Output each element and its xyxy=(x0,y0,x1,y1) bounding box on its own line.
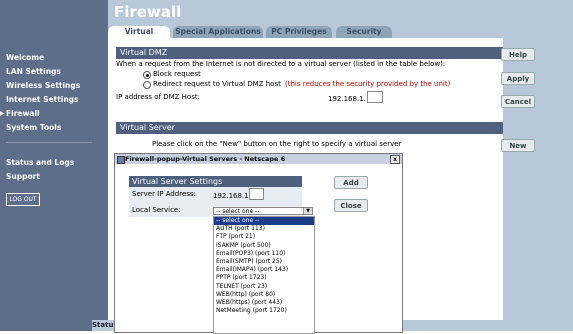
dmz-ip-field[interactable] xyxy=(367,91,383,103)
virtual-server-popup-window: Firewall-popup-Virtual Servers - Netscap… xyxy=(114,153,403,334)
sidebar-item-system-tools[interactable]: System Tools xyxy=(6,123,61,132)
sidebar-item-support[interactable]: Support xyxy=(6,172,40,181)
block-request-label: Block request xyxy=(153,70,201,78)
dmz-section-title: Virtual DMZ xyxy=(116,47,503,59)
service-option[interactable]: Email(POP3) (port 110) xyxy=(214,250,314,258)
service-option[interactable]: NetMeeting (port 1720) xyxy=(214,307,314,315)
service-option[interactable]: PPTP (port 1723) xyxy=(214,274,314,282)
sidebar-item-welcome[interactable]: Welcome xyxy=(6,53,44,62)
local-service-selected: -- select one -- xyxy=(216,208,260,215)
local-service-dropdown-list[interactable]: -- select one -- AUTH (port 113) FTP (po… xyxy=(213,216,315,334)
virtual-server-section-title: Virtual Server xyxy=(116,122,503,134)
help-button[interactable]: Help xyxy=(501,48,535,61)
logout-button[interactable]: LOG OUT xyxy=(6,193,40,206)
service-option[interactable]: TELNET (port 23) xyxy=(214,283,314,291)
service-option[interactable]: WEB(http) (port 80) xyxy=(214,291,314,299)
local-service-label: Local Service: xyxy=(132,206,181,214)
netscape-app-icon xyxy=(117,156,125,164)
service-option[interactable]: ISAKMP (port 500) xyxy=(214,242,314,250)
popup-titlebar: Firewall-popup-Virtual Servers - Netscap… xyxy=(115,154,402,164)
close-button[interactable]: Close xyxy=(334,199,368,212)
sidebar-item-firewall[interactable]: Firewall xyxy=(6,109,40,118)
popup-window-title: Firewall-popup-Virtual Servers - Netscap… xyxy=(125,155,286,163)
page-title: Firewall xyxy=(114,3,182,21)
popup-section-title: Virtual Server Settings xyxy=(129,176,302,187)
tab-security[interactable]: Security xyxy=(336,26,392,38)
sidebar-divider xyxy=(6,142,92,143)
redirect-request-radio[interactable] xyxy=(143,81,151,89)
service-option[interactable]: AUTH (port 113) xyxy=(214,225,314,233)
redirect-request-label: Redirect request to Virtual DMZ host xyxy=(153,80,281,88)
sidebar: Welcome LAN Settings Wireless Settings I… xyxy=(0,0,108,331)
sidebar-item-lan-settings[interactable]: LAN Settings xyxy=(6,67,61,76)
server-ip-field[interactable] xyxy=(249,188,264,200)
apply-button[interactable]: Apply xyxy=(501,72,535,85)
redirect-warning-note: (this reduces the security provided by t… xyxy=(285,80,451,88)
server-ip-label: Server IP Address: xyxy=(132,190,196,198)
sidebar-item-status-logs[interactable]: Status and Logs xyxy=(6,158,74,167)
dmz-ip-label: IP address of DMZ Host: xyxy=(116,93,200,101)
sidebar-item-wireless-settings[interactable]: Wireless Settings xyxy=(6,81,80,90)
server-ip-prefix: 192.168.1. xyxy=(213,192,251,200)
popup-close-icon[interactable]: x xyxy=(390,155,400,164)
active-arrow-icon: ▶ xyxy=(0,110,5,117)
new-button[interactable]: New xyxy=(501,139,535,152)
service-option[interactable]: Email(SMTP) (port 25) xyxy=(214,258,314,266)
dmz-description: When a request from the Internet is not … xyxy=(116,60,446,68)
virtual-server-instruction: Please click on the "New" button on the … xyxy=(152,140,402,148)
popup-settings-panel: Server IP Address: 192.168.1. Local Serv… xyxy=(129,187,313,217)
tab-special-applications[interactable]: Special Applications xyxy=(173,26,263,38)
sidebar-item-internet-settings[interactable]: Internet Settings xyxy=(6,95,79,104)
local-service-select[interactable]: -- select one -- ▼ xyxy=(213,207,313,215)
service-option[interactable]: WEB(https) (port 443) xyxy=(214,299,314,307)
chevron-down-icon[interactable]: ▼ xyxy=(303,208,312,214)
service-option[interactable]: -- select one -- xyxy=(214,217,314,226)
add-button[interactable]: Add xyxy=(334,176,368,189)
service-option[interactable]: Email(IMAP4) (port 143) xyxy=(214,266,314,274)
service-option[interactable]: FTP (port 21) xyxy=(214,233,314,241)
cancel-button[interactable]: Cancel xyxy=(501,95,535,108)
dmz-ip-prefix: 192.168.1. xyxy=(328,95,366,103)
tab-pc-privileges[interactable]: PC Privileges xyxy=(266,26,332,38)
block-request-radio[interactable] xyxy=(143,71,151,79)
tab-virtual-servers[interactable]: Virtual Servers xyxy=(108,26,170,48)
